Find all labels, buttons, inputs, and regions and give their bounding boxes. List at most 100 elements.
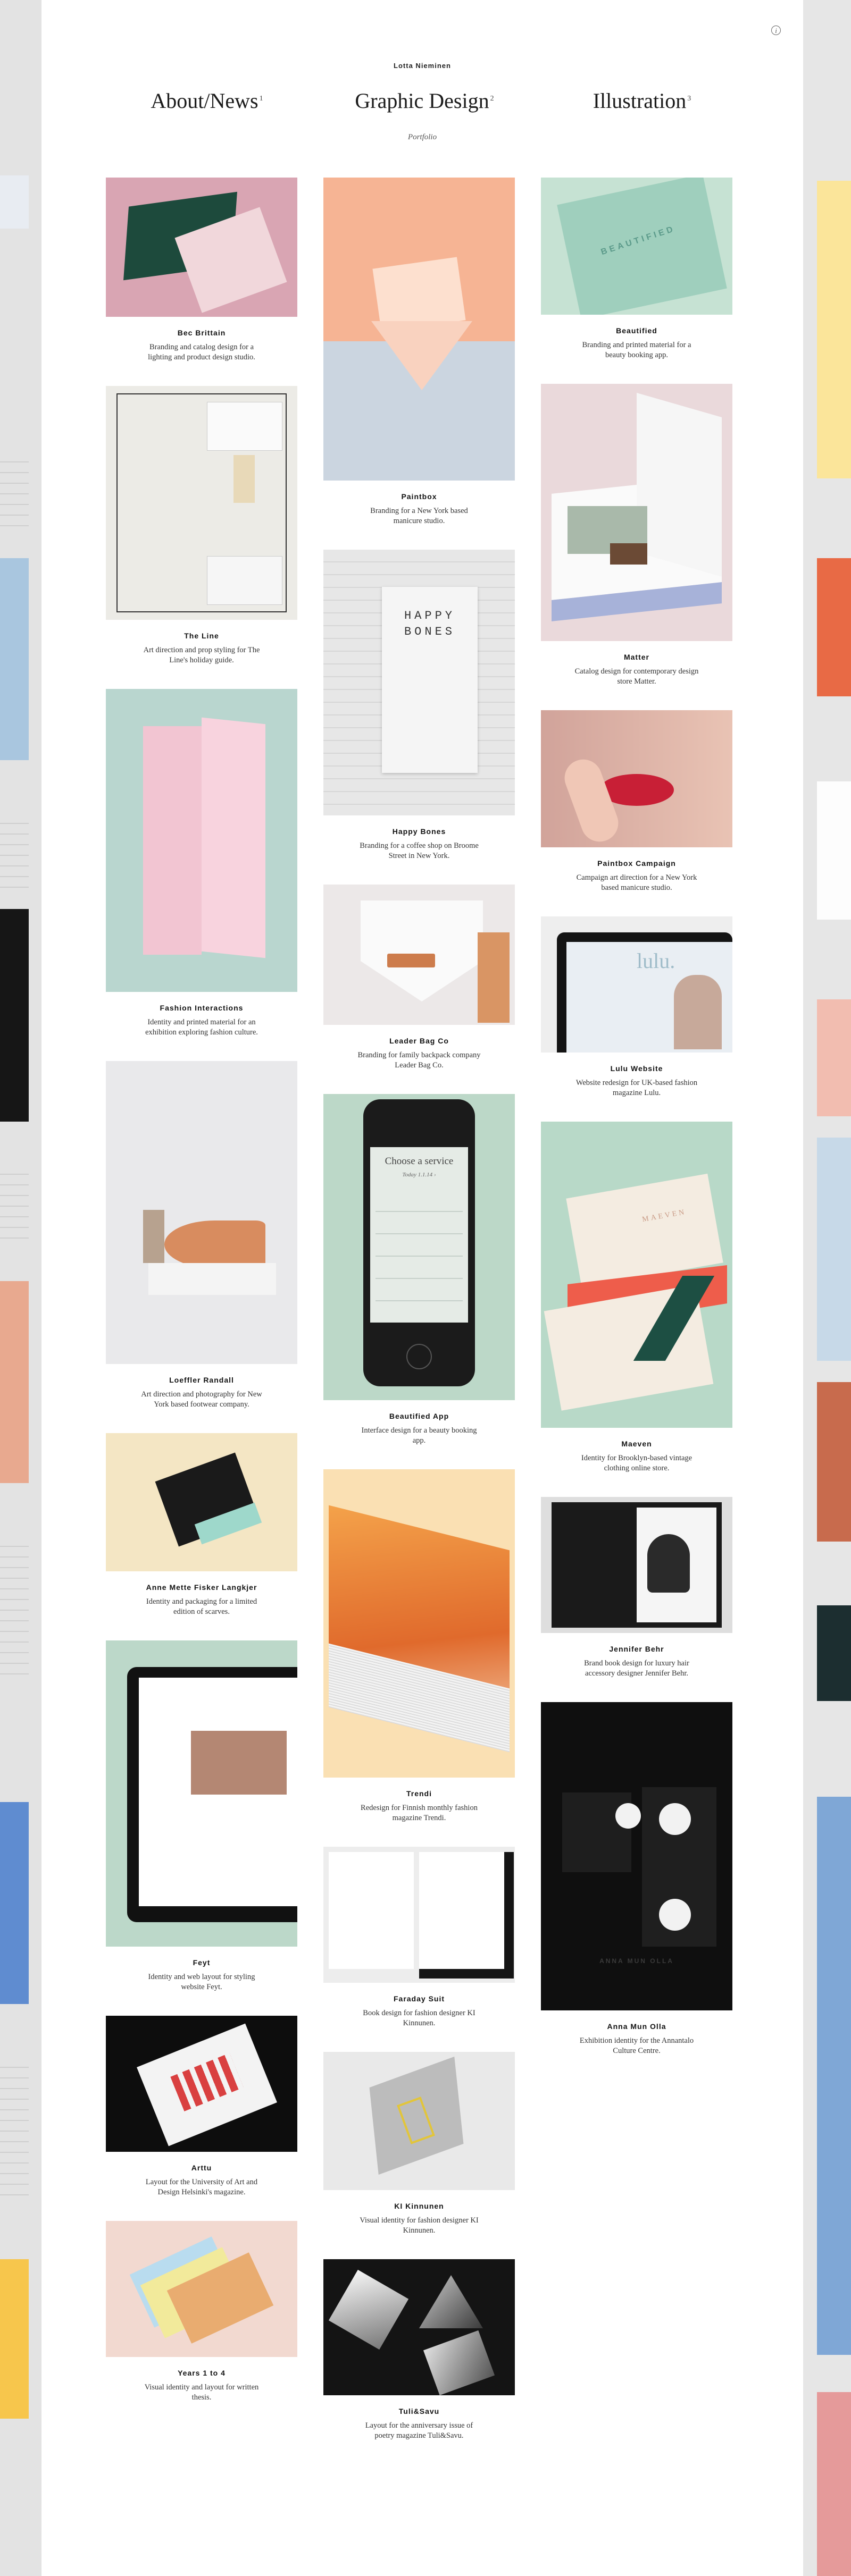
previous-page-preview[interactable] (0, 0, 41, 2576)
project-description: Identity and web layout for styling webs… (148, 1973, 255, 1991)
project-image: ANNA MUN OLLA (541, 1702, 732, 2010)
project-card[interactable]: MAEVEN Maeven Identity for Brooklyn-base… (541, 1122, 732, 1474)
nav-illustration[interactable]: Illustration 3 (536, 88, 748, 113)
project-description: Catalog design for contemporary design s… (574, 667, 699, 686)
project-wordmark: ANNA MUN OLLA (599, 1957, 674, 1965)
project-card[interactable]: Feyt Identity and web layout for styling… (106, 1640, 297, 1992)
project-title: Beautified (616, 326, 657, 335)
project-card[interactable]: Matter Catalog design for contemporary d… (541, 384, 732, 687)
project-title: Leader Bag Co (389, 1037, 449, 1045)
author-name[interactable]: Lotta Nieminen (41, 62, 803, 70)
preview-image (817, 999, 851, 1116)
project-title: Anna Mun Olla (607, 2022, 666, 2031)
preview-text (0, 1169, 29, 1239)
project-description: Campaign art direction for a New York ba… (576, 873, 697, 892)
project-description: Interface design for a beauty booking ap… (361, 1426, 477, 1445)
project-image: Choose a service Today 1.1.14 › (323, 1094, 515, 1400)
project-card[interactable]: Loeffler Randall Art direction and photo… (106, 1061, 297, 1410)
info-icon[interactable]: i (771, 26, 781, 35)
project-image: lulu. (541, 916, 732, 1053)
project-image (106, 2016, 297, 2152)
project-title: Beautified App (389, 1412, 449, 1420)
project-card[interactable]: Anne Mette Fisker Langkjer Identity and … (106, 1433, 297, 1617)
project-title: Fashion Interactions (160, 1004, 244, 1012)
project-card[interactable]: HAPPY BONES Happy Bones Branding for a c… (323, 550, 515, 861)
sign-title: HAPPY BONES (404, 609, 455, 638)
project-image (323, 2259, 515, 2395)
project-card[interactable]: Jennifer Behr Brand book design for luxu… (541, 1497, 732, 1679)
nav-number: 2 (490, 94, 494, 103)
project-image (106, 1433, 297, 1571)
project-card[interactable]: Choose a service Today 1.1.14 › Beautifi… (323, 1094, 515, 1446)
preview-image (0, 175, 29, 229)
project-image (323, 1469, 515, 1778)
project-image (541, 710, 732, 847)
project-card[interactable]: Tuli&Savu Layout for the anniversary iss… (323, 2259, 515, 2441)
project-image (106, 1061, 297, 1364)
preview-image (0, 558, 29, 760)
project-card[interactable]: Faraday Suit Book design for fashion des… (323, 1847, 515, 2028)
project-description: Branding for a New York based manicure s… (370, 507, 468, 525)
project-description: Visual identity and layout for written t… (144, 2383, 259, 2402)
project-title: Feyt (193, 1958, 211, 1967)
project-card[interactable]: lulu. Lulu Website Website redesign for … (541, 916, 732, 1098)
nav-number: 3 (687, 94, 691, 103)
project-description: Identity and packaging for a limited edi… (146, 1597, 257, 1616)
project-column-1: Bec Brittain Branding and catalog design… (106, 178, 297, 2426)
project-title: Matter (623, 653, 649, 661)
project-card[interactable]: Leader Bag Co Branding for family backpa… (323, 885, 515, 1071)
project-title: Loeffler Randall (169, 1376, 234, 1384)
project-card[interactable]: Fashion Interactions Identity and printe… (106, 689, 297, 1038)
project-title: Arttu (191, 2163, 212, 2172)
project-image (106, 386, 297, 620)
project-description: Art direction and photography for New Yo… (141, 1390, 262, 1409)
preview-image (817, 781, 851, 920)
project-image (323, 178, 515, 481)
nav-label: Illustration (593, 89, 687, 113)
project-description: Website redesign for UK-based fashion ma… (575, 1079, 698, 1097)
project-title: Jennifer Behr (609, 1645, 664, 1653)
project-description: Art direction and prop styling for The L… (143, 646, 260, 664)
preview-text (0, 2063, 29, 2195)
project-description: Identity and printed material for an exh… (145, 1018, 258, 1037)
project-image (323, 2052, 515, 2190)
nav-about-news[interactable]: About/News 1 (101, 88, 313, 113)
project-card[interactable]: Paintbox Branding for a New York based m… (323, 178, 515, 526)
project-description: Identity for Brooklyn-based vintage clot… (581, 1454, 693, 1472)
preview-image (817, 1138, 851, 1361)
project-title: Faraday Suit (393, 1994, 445, 2003)
project-image (541, 384, 732, 641)
project-card[interactable]: BEAUTIFIED Beautified Branding and print… (541, 178, 732, 360)
preview-image (0, 1281, 29, 1483)
preview-text (0, 819, 29, 888)
project-description: Layout for the University of Art and Des… (145, 2178, 258, 2196)
project-card[interactable]: KI Kinnunen Visual identity for fashion … (323, 2052, 515, 2236)
project-card[interactable]: Bec Brittain Branding and catalog design… (106, 178, 297, 363)
project-image (323, 885, 515, 1025)
project-card[interactable]: Arttu Layout for the University of Art a… (106, 2016, 297, 2198)
project-card[interactable]: The Line Art direction and prop styling … (106, 386, 297, 666)
preview-image (817, 1382, 851, 1542)
nav-label: Graphic Design (355, 89, 489, 113)
project-description: Branding and printed material for a beau… (582, 341, 691, 359)
project-title: Anne Mette Fisker Langkjer (146, 1583, 257, 1592)
project-card[interactable]: Trendi Redesign for Finnish monthly fash… (323, 1469, 515, 1823)
project-description: Exhibition identity for the Annantalo Cu… (579, 2036, 694, 2055)
screen-subtitle: Today 1.1.14 › (402, 1172, 436, 1178)
preview-text (0, 1542, 29, 1674)
nav-graphic-design[interactable]: Graphic Design 2 (318, 88, 531, 113)
project-description: Layout for the anniversary issue of poet… (365, 2421, 473, 2440)
project-image: BEAUTIFIED (541, 178, 732, 315)
preview-text (0, 457, 29, 526)
nav-number: 1 (259, 94, 263, 103)
nav-label: About/News (151, 89, 258, 113)
project-card[interactable]: ANNA MUN OLLA Anna Mun Olla Exhibition i… (541, 1702, 732, 2056)
next-page-preview[interactable] (803, 0, 851, 2576)
project-image (106, 178, 297, 317)
project-title: Bec Brittain (177, 329, 226, 337)
project-description: Brand book design for luxury hair access… (584, 1659, 689, 1678)
project-card[interactable]: Years 1 to 4 Visual identity and layout … (106, 2221, 297, 2403)
project-card[interactable]: Paintbox Campaign Campaign art direction… (541, 710, 732, 893)
project-wordmark: lulu. (637, 949, 675, 973)
project-title: Maeven (621, 1439, 652, 1448)
